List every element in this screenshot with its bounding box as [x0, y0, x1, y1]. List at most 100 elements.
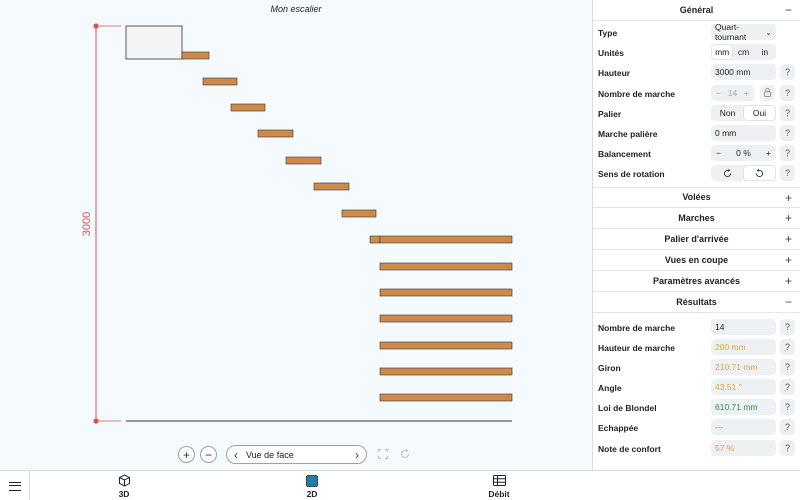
result-label: Nombre de marche — [598, 322, 675, 333]
tread — [341, 209, 377, 218]
result-row: Loi de Blondel 610.71 mm ? — [593, 397, 800, 417]
result-label: Echappée — [598, 423, 639, 434]
tab-3d-label: 3D — [118, 488, 130, 499]
tread — [379, 262, 513, 271]
dimension-endpoint-bottom[interactable] — [93, 418, 99, 424]
rotate-counterclockwise-icon[interactable] — [744, 166, 775, 181]
expand-icon[interactable]: + — [785, 191, 792, 205]
tab-2d[interactable]: 2D — [282, 472, 342, 500]
help-button[interactable]: ? — [780, 338, 795, 355]
help-button[interactable]: ? — [780, 318, 795, 335]
tab-3d[interactable]: 3D — [94, 472, 154, 500]
collapse-icon[interactable]: − — [785, 3, 792, 17]
section-volees-title: Volées — [682, 192, 711, 202]
help-button[interactable]: ? — [780, 419, 795, 436]
zoom-in-button[interactable]: + — [178, 446, 195, 463]
dimension-endpoint-top[interactable] — [93, 23, 99, 29]
result-label: Loi de Blondel — [598, 403, 657, 414]
tab-debit[interactable]: Débit — [469, 472, 529, 500]
view-selector-label: Vue de face — [246, 449, 294, 460]
plus-icon[interactable]: + — [766, 148, 771, 158]
result-row: Nombre de marche 14 ? — [593, 317, 800, 337]
section-general-header[interactable]: Général − — [593, 0, 800, 21]
expand-icon[interactable]: + — [785, 253, 792, 267]
rotate-clockwise-icon[interactable] — [712, 166, 743, 180]
row-height: Hauteur 3000 mm ? — [593, 62, 800, 82]
help-button[interactable]: ? — [780, 124, 795, 141]
section-vues-header[interactable]: Vues en coupe + — [593, 250, 800, 271]
landing-step-input[interactable]: 0 mm — [711, 124, 776, 141]
hamburger-icon — [8, 481, 21, 491]
result-value: --- — [711, 419, 776, 436]
expand-icon[interactable]: + — [785, 211, 792, 225]
section-parametres-header[interactable]: Paramètres avancés + — [593, 271, 800, 292]
help-button[interactable]: ? — [780, 145, 795, 162]
landing-step-label: Marche palière — [598, 128, 658, 139]
units-option-in[interactable]: in — [755, 45, 775, 59]
chevron-down-icon: ⌄ — [765, 27, 772, 37]
section-marches-title: Marches — [678, 212, 715, 223]
help-button[interactable]: ? — [780, 84, 795, 101]
result-value: 210.71 mm — [711, 358, 776, 375]
row-units: Unités mm cm in — [593, 42, 800, 62]
units-option-mm[interactable]: mm — [712, 45, 733, 60]
fullscreen-icon[interactable] — [376, 447, 390, 461]
drawing-canvas[interactable]: Mon escalier 3000 + − ‹ Vue de face › — [0, 0, 592, 470]
top-landing — [125, 25, 183, 60]
type-select[interactable]: Quart-tournant ⌄ — [711, 22, 776, 42]
zoom-out-button[interactable]: − — [200, 446, 217, 463]
help-button[interactable]: ? — [780, 165, 795, 182]
help-button[interactable]: ? — [780, 104, 795, 121]
landing-option-oui[interactable]: Oui — [744, 105, 775, 120]
collapse-icon[interactable]: − — [785, 295, 792, 309]
result-value: 200 mm — [711, 338, 776, 355]
height-input[interactable]: 3000 mm — [711, 64, 776, 81]
landing-option-non[interactable]: Non — [712, 106, 743, 120]
row-balancing: Balancement − 0 % + ? — [593, 143, 800, 163]
expand-icon[interactable]: + — [785, 232, 792, 246]
step-count-label: Nombre de marche — [598, 88, 675, 99]
tab-2d-label: 2D — [306, 488, 318, 499]
section-marches-header[interactable]: Marches + — [593, 208, 800, 229]
result-row: Note de confort 57 % ? — [593, 438, 800, 458]
plus-icon[interactable]: + — [744, 88, 749, 98]
tread — [379, 393, 513, 402]
tread — [230, 103, 266, 112]
section-general-title: Général — [679, 5, 714, 15]
landing-segmented: Non Oui — [711, 104, 776, 121]
help-button[interactable]: ? — [780, 399, 795, 416]
units-option-cm[interactable]: cm — [733, 45, 753, 59]
view-selector[interactable]: ‹ Vue de face › — [226, 445, 367, 464]
reset-view-icon[interactable] — [398, 447, 412, 461]
menu-button[interactable] — [0, 471, 30, 500]
table-icon — [492, 474, 506, 488]
result-value: 14 — [711, 318, 776, 335]
help-button[interactable]: ? — [780, 64, 795, 81]
rotation-label: Sens de rotation — [598, 169, 665, 180]
chevron-right-icon[interactable]: › — [355, 448, 359, 462]
expand-icon[interactable]: + — [785, 274, 792, 288]
minus-icon[interactable]: − — [716, 88, 721, 98]
section-results-header[interactable]: Résultats − — [593, 292, 800, 313]
minus-icon[interactable]: − — [716, 148, 721, 158]
step-count-stepper[interactable]: − 14 + — [711, 84, 754, 101]
height-label: Hauteur — [598, 68, 631, 79]
tread — [257, 129, 294, 138]
landing-label: Palier — [598, 108, 622, 119]
tread — [369, 235, 381, 244]
result-row: Giron 210.71 mm ? — [593, 357, 800, 377]
tread — [379, 314, 513, 323]
help-button[interactable]: ? — [780, 379, 795, 396]
help-button[interactable]: ? — [780, 358, 795, 375]
result-label: Giron — [598, 362, 621, 373]
tread — [379, 288, 513, 297]
lock-icon — [764, 88, 771, 98]
section-palier-header[interactable]: Palier d'arrivée + — [593, 229, 800, 250]
help-button[interactable]: ? — [780, 439, 795, 456]
lock-button[interactable] — [760, 84, 775, 101]
type-value: Quart-tournant — [715, 22, 747, 42]
section-volees-header[interactable]: Volées + — [593, 186, 800, 208]
row-landing-step: Marche palière 0 mm ? — [593, 123, 800, 143]
result-label: Note de confort — [598, 443, 661, 454]
balancing-stepper[interactable]: − 0 % + — [711, 145, 776, 162]
